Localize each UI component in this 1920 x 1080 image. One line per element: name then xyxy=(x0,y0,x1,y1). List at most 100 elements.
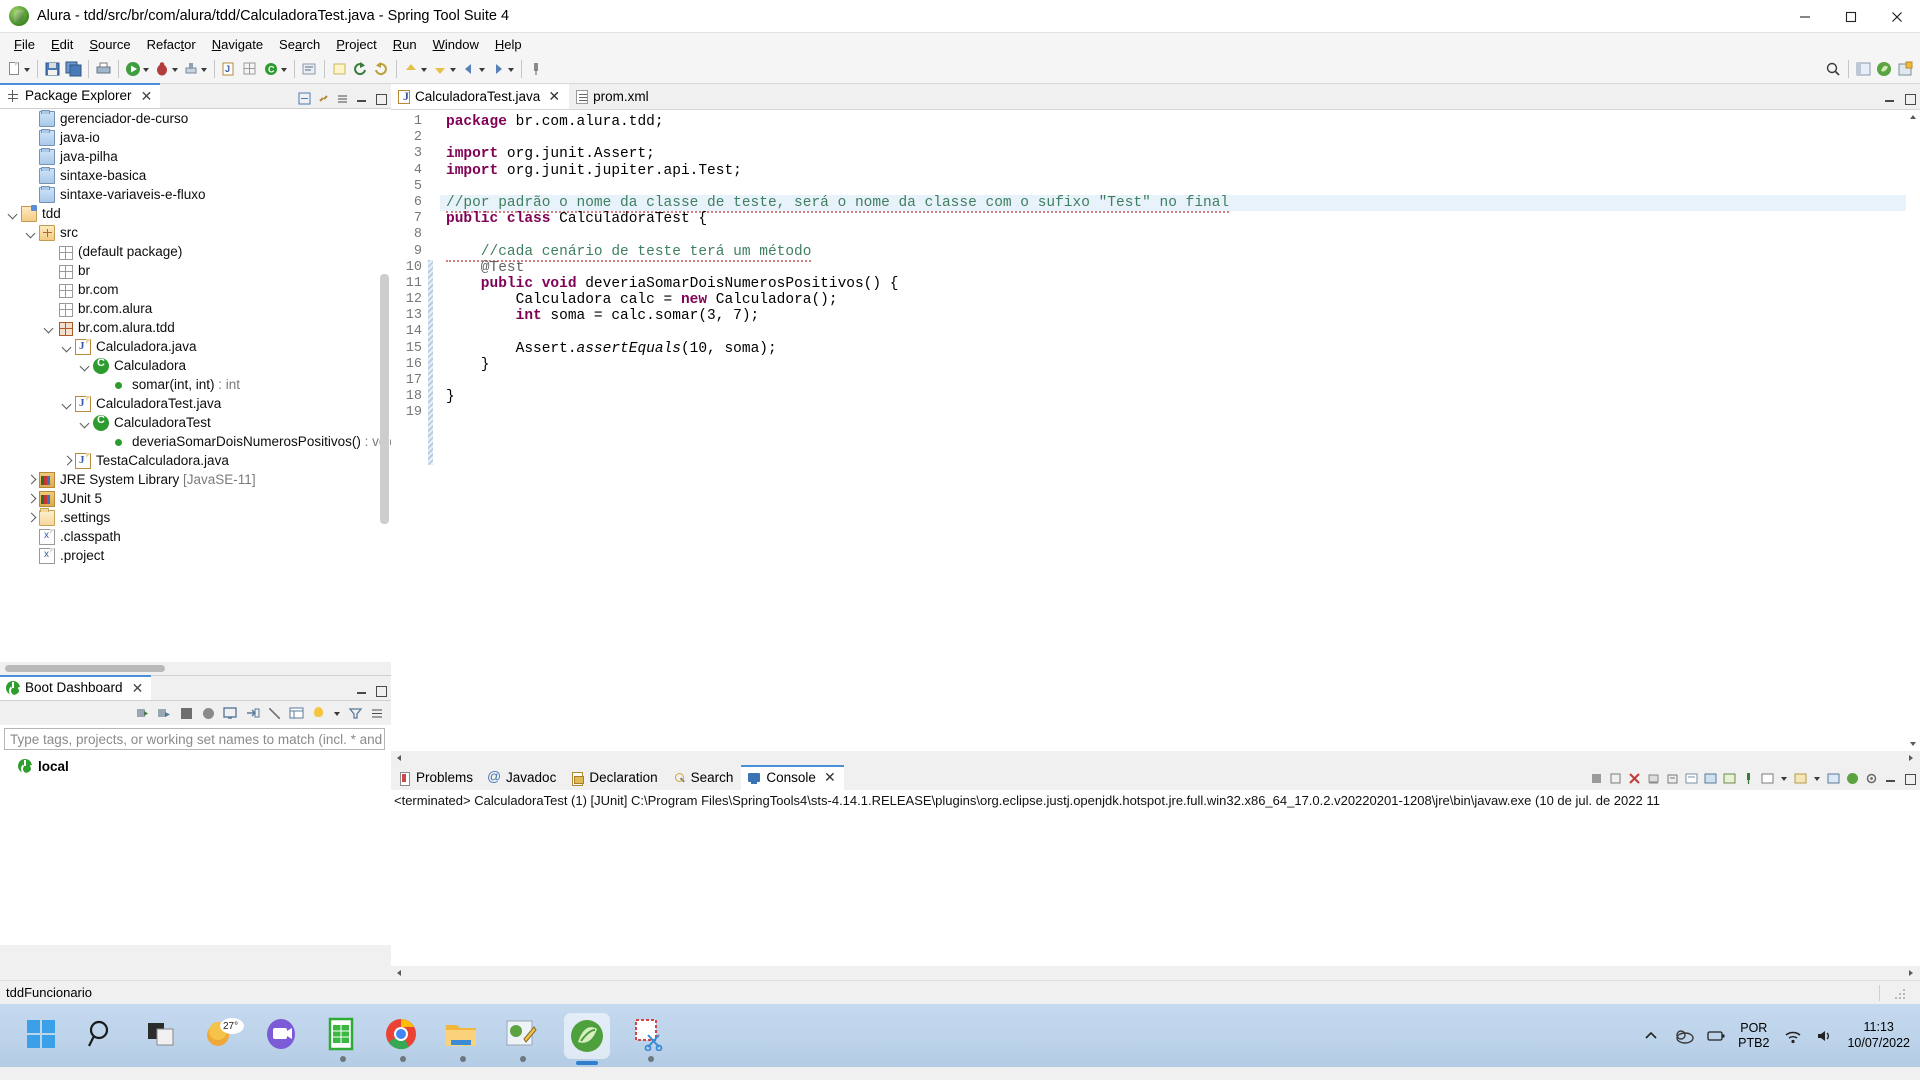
perspective-spring-button[interactable] xyxy=(1874,57,1895,81)
menu-run[interactable]: Run xyxy=(385,35,425,54)
tree-item[interactable]: gerenciador-de-curso xyxy=(0,109,391,128)
chevron-down-icon[interactable] xyxy=(1780,770,1788,786)
spring-tool-suite-button[interactable] xyxy=(564,1012,610,1065)
minimize-button[interactable] xyxy=(1782,0,1828,33)
scroll-lock-icon[interactable] xyxy=(1666,772,1679,785)
tree-item[interactable]: Calculadora.java xyxy=(0,337,391,356)
terminate-all-icon[interactable] xyxy=(1590,772,1603,785)
search-taskbar-button[interactable] xyxy=(84,1017,122,1055)
weather-widget[interactable]: 27° xyxy=(204,1017,244,1055)
console-settings-icon[interactable] xyxy=(1865,772,1878,785)
tree-item[interactable]: somar(int, int) : int xyxy=(0,375,391,394)
chevron-down-icon[interactable] xyxy=(1813,770,1821,786)
clock[interactable]: 11:13 10/07/2022 xyxy=(1847,1020,1910,1051)
tree-item[interactable]: br.com.alura xyxy=(0,299,391,318)
menu-edit[interactable]: Edit xyxy=(43,35,81,54)
print-button[interactable] xyxy=(93,57,114,81)
word-wrap-icon[interactable] xyxy=(1685,772,1698,785)
onedrive-icon[interactable] xyxy=(1674,1027,1694,1045)
tree-horizontal-scrollbar[interactable] xyxy=(0,662,391,675)
boot-dashboard-list[interactable]: local xyxy=(0,750,391,945)
pin-editor-button[interactable] xyxy=(526,57,547,81)
forward-history-button[interactable] xyxy=(488,57,517,81)
chevron-down-icon[interactable] xyxy=(62,341,73,352)
scroll-right-icon[interactable] xyxy=(1904,751,1920,765)
open-perspective-button[interactable] xyxy=(1895,57,1916,81)
perspective-java-button[interactable] xyxy=(1853,57,1874,81)
spring-boot-console-icon[interactable] xyxy=(1846,772,1859,785)
chevron-right-icon[interactable] xyxy=(62,455,73,466)
toggle-mark-occurrences-button[interactable] xyxy=(329,57,350,81)
chevron-down-icon[interactable] xyxy=(80,360,91,371)
minimize-view-icon[interactable] xyxy=(355,684,368,697)
properties-icon[interactable] xyxy=(289,706,304,721)
menu-search[interactable]: Search xyxy=(271,35,328,54)
chevron-down-icon[interactable] xyxy=(80,417,91,428)
resize-grip[interactable] xyxy=(1894,988,1908,1002)
debug-icon[interactable] xyxy=(201,706,216,721)
tree-item[interactable]: CalculadoraTest.java xyxy=(0,394,391,413)
tree-item[interactable]: br xyxy=(0,261,391,280)
tree-item[interactable]: JUnit 5 xyxy=(0,489,391,508)
chevron-down-icon[interactable] xyxy=(333,705,341,721)
collapse-all-icon[interactable] xyxy=(298,92,311,105)
chevron-down-icon[interactable] xyxy=(62,398,73,409)
view-menu-icon[interactable] xyxy=(370,706,385,721)
minimize-editor-icon[interactable] xyxy=(1883,92,1896,105)
scroll-right-icon[interactable] xyxy=(1904,966,1920,980)
chevron-right-icon[interactable] xyxy=(26,474,37,485)
close-icon[interactable]: ✕ xyxy=(132,681,144,695)
tree-item[interactable]: tdd xyxy=(0,204,391,223)
close-button[interactable] xyxy=(1874,0,1920,33)
tree-item[interactable]: sintaxe-basica xyxy=(0,166,391,185)
chevron-down-icon[interactable] xyxy=(44,322,55,333)
filter-icon[interactable] xyxy=(348,706,363,721)
microsoft-teams-button[interactable] xyxy=(264,1017,302,1055)
chevron-right-icon[interactable] xyxy=(26,512,37,523)
menu-refactor[interactable]: Refactor xyxy=(139,35,204,54)
tab-prom-xml[interactable]: prom.xml xyxy=(569,84,658,109)
close-icon[interactable]: ✕ xyxy=(548,88,560,105)
wifi-icon[interactable] xyxy=(1783,1027,1801,1045)
tree-item[interactable]: (default package) xyxy=(0,242,391,261)
tab-calculadoratest-java[interactable]: CalculadoraTest.java ✕ xyxy=(391,84,570,109)
chevron-down-icon[interactable] xyxy=(26,227,37,238)
battery-icon[interactable] xyxy=(1706,1027,1725,1045)
remove-launch-icon[interactable] xyxy=(1609,772,1622,785)
close-icon[interactable]: ✕ xyxy=(824,769,836,786)
display-selected-console-icon[interactable] xyxy=(1761,772,1774,785)
remove-all-terminated-icon[interactable] xyxy=(1628,772,1641,785)
link-with-editor-icon[interactable] xyxy=(317,92,330,105)
language-indicator[interactable]: POR PTB2 xyxy=(1738,1021,1769,1051)
volume-icon[interactable] xyxy=(1815,1027,1833,1045)
new-console-view-icon[interactable] xyxy=(1827,772,1840,785)
tree-item[interactable]: deveriaSomarDoisNumerosPositivos() : voi… xyxy=(0,432,391,451)
tree-item[interactable]: Calculadora xyxy=(0,356,391,375)
tab-boot-dashboard[interactable]: Boot Dashboard ✕ xyxy=(0,675,152,700)
maximize-view-icon[interactable] xyxy=(1903,772,1916,785)
menu-window[interactable]: Window xyxy=(425,35,487,54)
maximize-view-icon[interactable] xyxy=(374,684,387,697)
file-explorer-button[interactable] xyxy=(444,1017,482,1062)
scroll-down-icon[interactable] xyxy=(1906,737,1920,751)
minimize-view-icon[interactable] xyxy=(1884,772,1897,785)
menu-project[interactable]: Project xyxy=(328,35,384,54)
menu-navigate[interactable]: Navigate xyxy=(204,35,271,54)
new-class-button[interactable]: C xyxy=(261,57,290,81)
external-tools-button[interactable] xyxy=(181,57,210,81)
tree-vertical-scrollbar[interactable] xyxy=(380,274,389,524)
new-java-project-button[interactable]: J xyxy=(219,57,240,81)
pin-console-icon[interactable] xyxy=(1742,772,1755,785)
start-button[interactable] xyxy=(24,1017,62,1055)
chevron-right-icon[interactable] xyxy=(26,493,37,504)
code-text-area[interactable]: package br.com.alura.tdd; import org.jun… xyxy=(440,110,1920,751)
open-console-icon[interactable] xyxy=(1794,772,1807,785)
restart-icon[interactable] xyxy=(157,706,172,721)
save-all-button[interactable] xyxy=(63,57,84,81)
scroll-up-icon[interactable] xyxy=(1906,110,1920,124)
scroll-left-icon[interactable] xyxy=(391,966,407,980)
new-button[interactable] xyxy=(4,57,33,81)
minimize-view-icon[interactable] xyxy=(355,92,368,105)
boot-dashboard-filter-input[interactable]: Type tags, projects, or working set name… xyxy=(4,728,385,750)
paint-button[interactable] xyxy=(504,1017,542,1062)
